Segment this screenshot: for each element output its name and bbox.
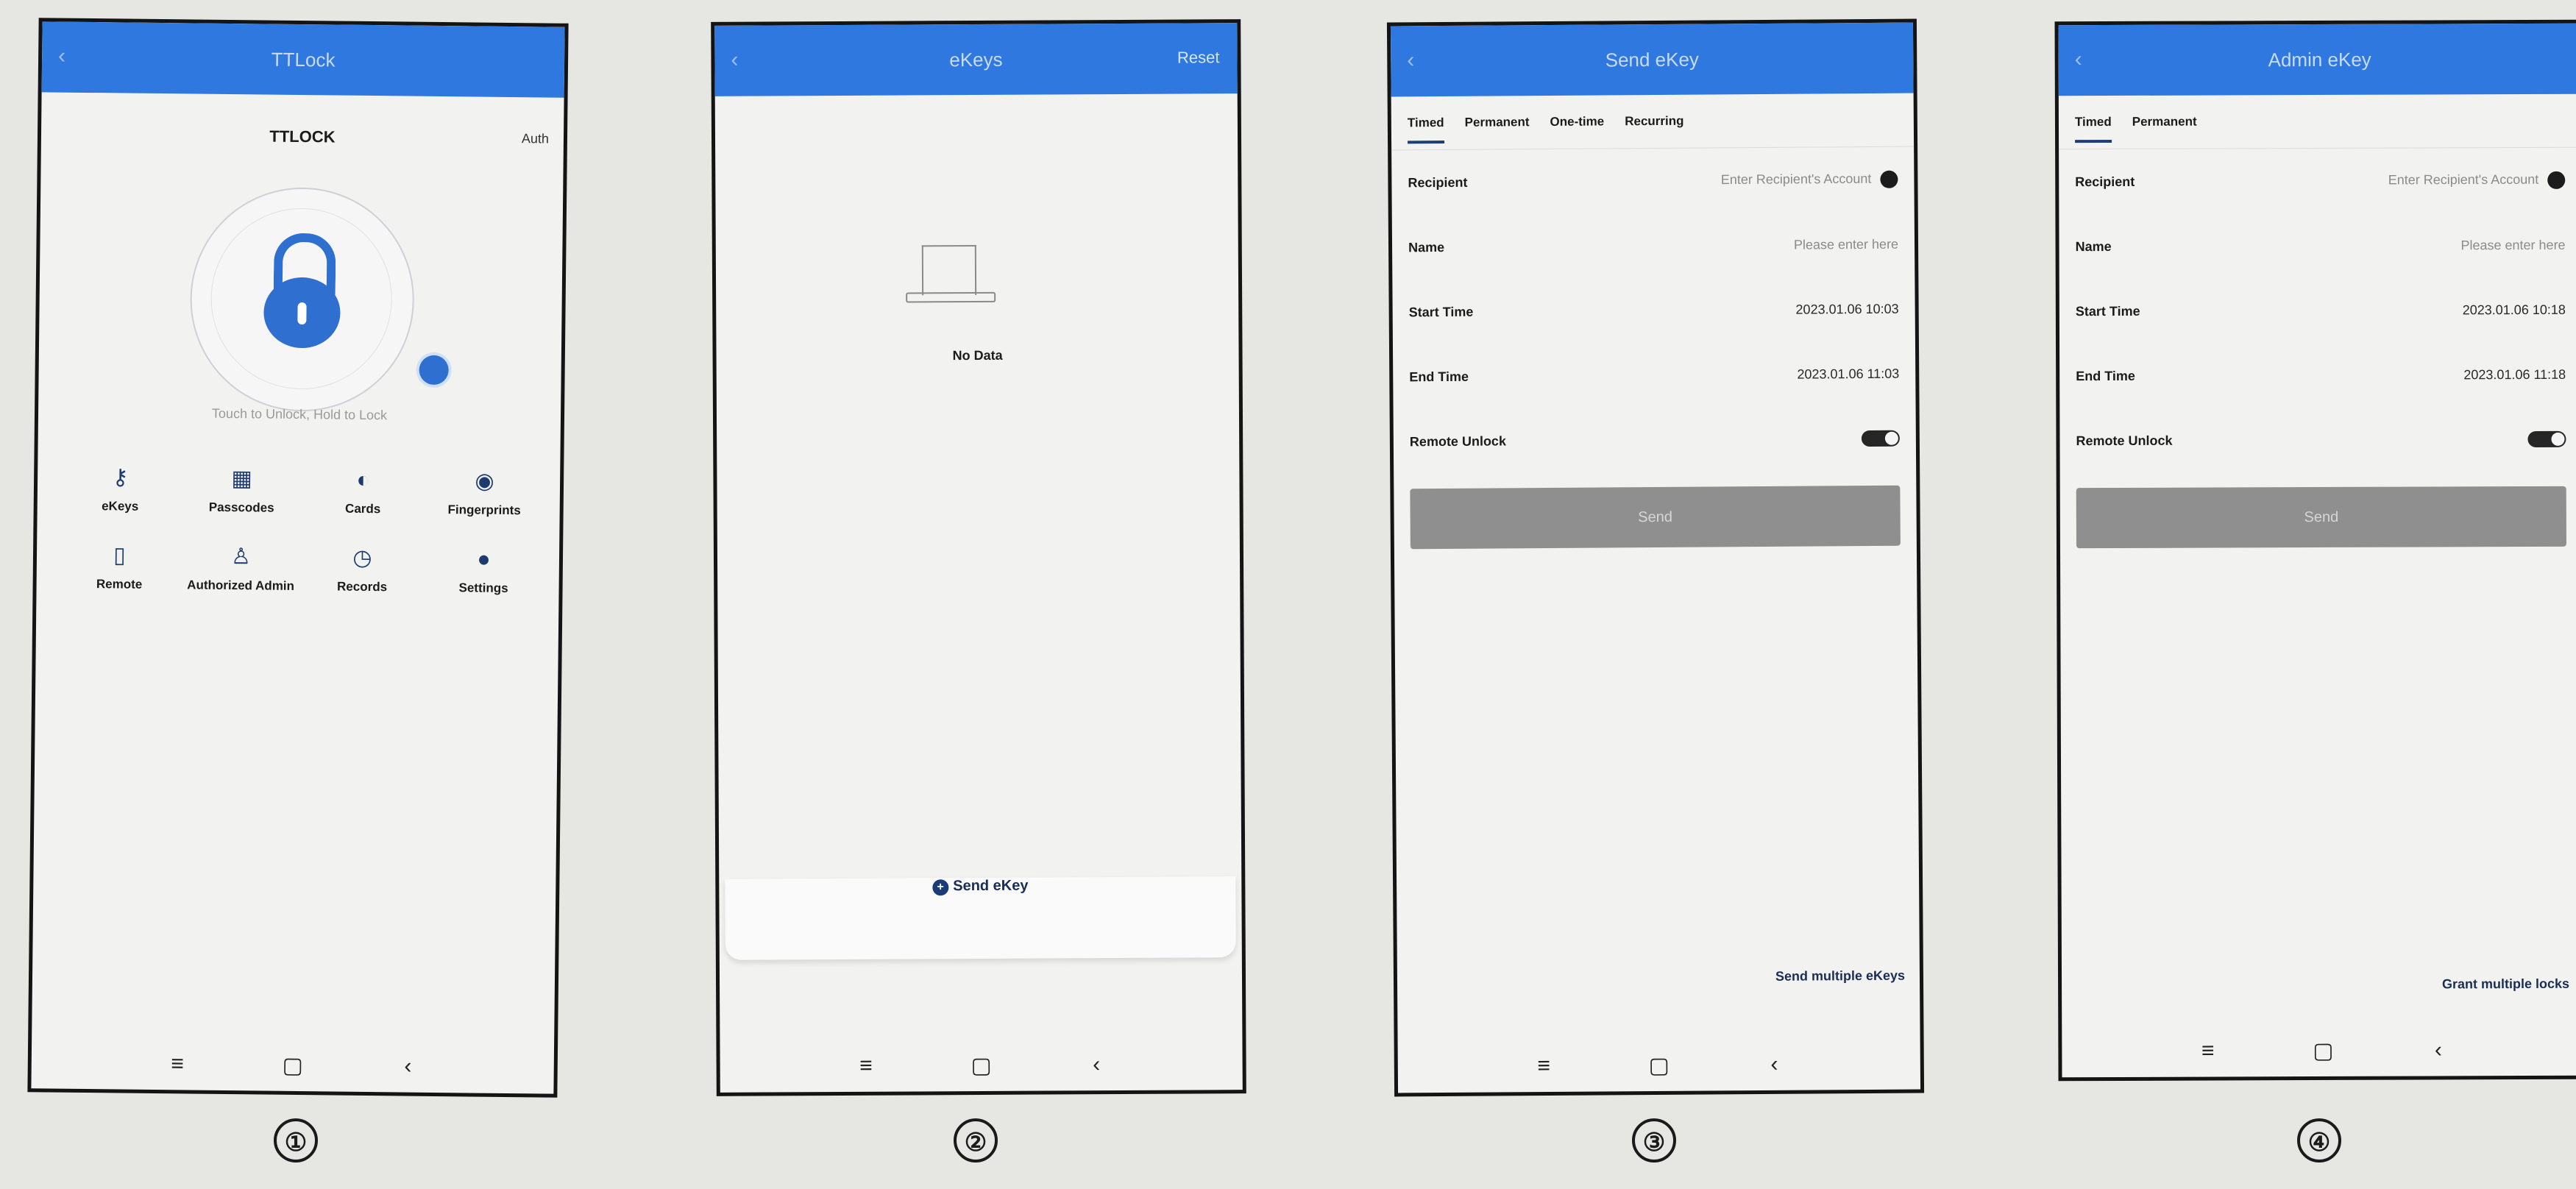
remote-unlock-row: Remote Unlock — [1394, 406, 1917, 475]
menu-icon[interactable]: ≡ — [163, 1051, 192, 1076]
remote-unlock-row: Remote Unlock — [2059, 407, 2576, 473]
keypad-icon: ▦ — [231, 466, 252, 491]
back-nav-icon[interactable]: ‹ — [393, 1054, 422, 1079]
app-header: ‹ Send eKey — [1390, 22, 1914, 97]
unlock-button[interactable] — [189, 186, 416, 413]
name-input[interactable]: Please enter here — [2460, 237, 2565, 252]
end-time-value[interactable]: 2023.01.06 11:18 — [2463, 366, 2566, 382]
empty-box-icon — [906, 238, 996, 305]
tab-one-time[interactable]: One-time — [1550, 114, 1604, 129]
menu-item-records[interactable]: ◷ Records — [301, 544, 423, 595]
menu-icon[interactable]: ≡ — [1529, 1054, 1558, 1079]
admin-icon: ♙ — [230, 544, 252, 569]
card-icon: ◐ — [356, 467, 370, 493]
unlock-hint: Touch to Unlock, Hold to Lock — [211, 405, 388, 423]
key-icon: ⚷ — [112, 465, 129, 490]
reset-link[interactable]: Reset — [1177, 48, 1220, 67]
back-nav-icon[interactable]: ‹ — [2424, 1037, 2453, 1062]
step-number-1: ① — [274, 1118, 318, 1163]
floating-action-button[interactable] — [419, 355, 449, 386]
lock-name: TTLOCK — [269, 127, 336, 146]
contacts-icon[interactable] — [1880, 170, 1898, 188]
system-nav-bar: ≡ ▢ ‹ — [31, 1037, 554, 1093]
name-row[interactable]: Name Please enter here — [1392, 212, 1915, 280]
back-icon[interactable]: ‹ — [2075, 47, 2082, 72]
recipient-input[interactable]: Enter Recipient's Account — [2388, 172, 2539, 188]
name-input[interactable]: Please enter here — [1794, 236, 1898, 252]
phone-screen-send-ekey: ‹ Send eKey Timed Permanent One-time Rec… — [1386, 18, 1925, 1097]
back-icon[interactable]: ‹ — [58, 44, 65, 69]
phone-screen-lock-home: ‹ TTLock TTLOCK Auth Touch to Unlock, Ho… — [27, 18, 569, 1098]
app-header: ‹ eKeys Reset — [714, 23, 1238, 96]
header-title: Admin eKey — [2268, 48, 2371, 71]
home-icon[interactable]: ▢ — [1644, 1052, 1674, 1078]
home-icon[interactable]: ▢ — [278, 1052, 308, 1078]
grant-multiple-locks-link[interactable]: Grant multiple locks — [2442, 976, 2569, 993]
phone-screen-admin-ekey: ‹ Admin eKey Timed Permanent Recipient E… — [2054, 19, 2576, 1082]
contacts-icon[interactable] — [2547, 171, 2566, 189]
system-nav-bar: ≡ ▢ ‹ — [1398, 1038, 1920, 1093]
remote-unlock-toggle[interactable] — [1861, 430, 1900, 447]
menu-item-ekeys[interactable]: ⚷ eKeys — [60, 464, 182, 515]
phone-screen-ekeys: ‹ eKeys Reset No Data + Send eKey ≡ ▢ ‹ — [711, 19, 1246, 1096]
back-nav-icon[interactable]: ‹ — [1082, 1052, 1111, 1077]
send-ekey-button[interactable]: + Send eKey — [719, 876, 1241, 897]
remote-icon: ▯ — [113, 543, 126, 568]
header-title: Send eKey — [1605, 48, 1699, 71]
tab-recurring[interactable]: Recurring — [1625, 114, 1683, 129]
menu-item-authorized-admin[interactable]: ♙ Authorized Admin — [180, 542, 302, 594]
settings-icon: ● — [477, 547, 491, 572]
records-icon: ◷ — [352, 545, 372, 571]
end-time-row[interactable]: End Time 2023.01.06 11:03 — [1393, 341, 1916, 410]
tab-permanent[interactable]: Permanent — [1465, 115, 1530, 130]
system-nav-bar: ≡ ▢ ‹ — [2062, 1024, 2576, 1077]
tab-permanent[interactable]: Permanent — [2132, 115, 2197, 129]
name-row[interactable]: Name Please enter here — [2059, 213, 2576, 279]
menu-item-cards[interactable]: ◐ Cards — [302, 466, 425, 517]
start-time-row[interactable]: Start Time 2023.01.06 10:03 — [1392, 277, 1915, 345]
header-title: eKeys — [949, 48, 1003, 71]
remote-unlock-toggle[interactable] — [2527, 430, 2566, 448]
send-button[interactable]: Send — [1410, 485, 1901, 550]
step-number-3: ③ — [1632, 1118, 1676, 1163]
start-time-row[interactable]: Start Time 2023.01.06 10:18 — [2059, 277, 2576, 344]
step-number-2: ② — [954, 1118, 998, 1163]
send-multiple-ekeys-link[interactable]: Send multiple eKeys — [1775, 968, 1905, 984]
recipient-row[interactable]: Recipient Enter Recipient's Account — [1391, 147, 1915, 216]
recipient-row[interactable]: Recipient Enter Recipient's Account — [2059, 148, 2576, 214]
tab-timed[interactable]: Timed — [1407, 115, 1444, 144]
ekey-type-tabs: Timed Permanent — [2058, 93, 2576, 150]
plus-icon: + — [932, 879, 949, 896]
menu-item-fingerprints[interactable]: ◉ Fingerprints — [424, 467, 546, 519]
tab-timed[interactable]: Timed — [2074, 114, 2112, 143]
back-nav-icon[interactable]: ‹ — [1759, 1052, 1789, 1077]
app-header: ‹ TTLock — [41, 21, 565, 98]
back-icon[interactable]: ‹ — [1407, 48, 1414, 73]
menu-icon[interactable]: ≡ — [851, 1054, 881, 1079]
menu-item-passcodes[interactable]: ▦ Passcodes — [181, 464, 303, 516]
auth-link[interactable]: Auth — [522, 131, 549, 146]
step-number-4: ④ — [2297, 1118, 2341, 1163]
system-nav-bar: ≡ ▢ ‹ — [720, 1038, 1242, 1093]
back-icon[interactable]: ‹ — [731, 48, 738, 73]
start-time-value[interactable]: 2023.01.06 10:18 — [2463, 302, 2566, 317]
menu-icon[interactable]: ≡ — [2193, 1038, 2223, 1063]
menu-item-remote[interactable]: ▯ Remote — [59, 542, 181, 593]
end-time-row[interactable]: End Time 2023.01.06 11:18 — [2059, 342, 2576, 408]
start-time-value[interactable]: 2023.01.06 10:03 — [1795, 301, 1898, 317]
send-button[interactable]: Send — [2076, 486, 2566, 549]
home-icon[interactable]: ▢ — [967, 1052, 996, 1078]
app-header: ‹ Admin eKey — [2058, 23, 2576, 96]
home-icon[interactable]: ▢ — [2308, 1037, 2338, 1063]
lock-menu-grid: ⚷ eKeys ▦ Passcodes ◐ Cards ◉ Fingerprints ▯… — [59, 464, 546, 597]
fingerprint-icon: ◉ — [475, 469, 494, 494]
header-title: TTLock — [271, 48, 336, 71]
recipient-input[interactable]: Enter Recipient's Account — [1721, 171, 1872, 187]
menu-item-settings[interactable]: ● Settings — [422, 545, 544, 597]
end-time-value[interactable]: 2023.01.06 11:03 — [1797, 366, 1899, 382]
ekey-type-tabs: Timed Permanent One-time Recurring — [1391, 93, 1915, 151]
empty-state-text: No Data — [952, 347, 1003, 363]
